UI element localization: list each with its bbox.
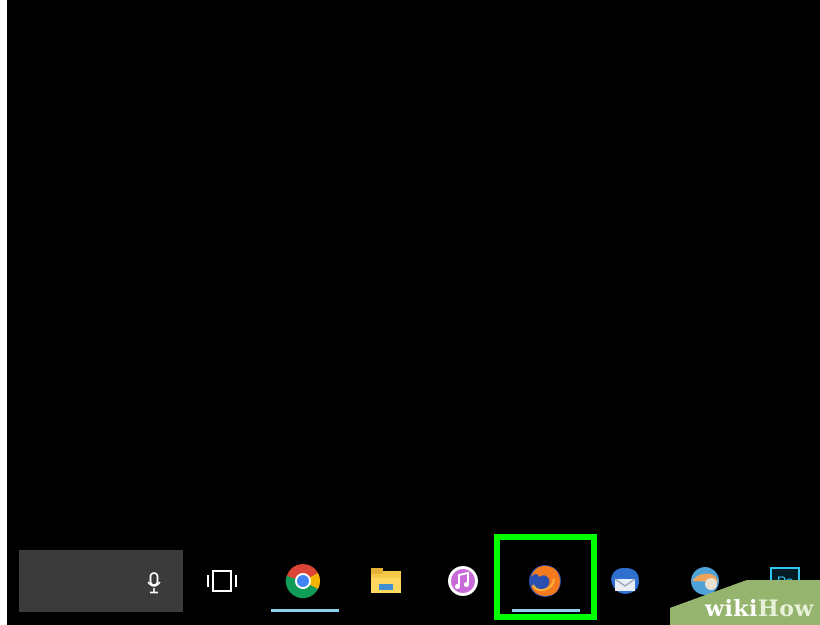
screen: Ps bbox=[7, 0, 820, 625]
desktop bbox=[7, 0, 820, 545]
firefox-button[interactable] bbox=[525, 561, 565, 601]
firefox-running-indicator bbox=[512, 609, 580, 612]
task-view-button[interactable] bbox=[202, 561, 242, 601]
file-explorer-button[interactable] bbox=[366, 561, 406, 601]
task-view-icon bbox=[207, 570, 237, 592]
watermark-how: How bbox=[757, 596, 814, 622]
thunderbird-button[interactable] bbox=[605, 561, 645, 601]
microphone-icon[interactable] bbox=[147, 572, 161, 594]
folder-icon bbox=[371, 568, 401, 593]
search-box[interactable] bbox=[19, 550, 183, 612]
chrome-button[interactable] bbox=[283, 561, 323, 601]
watermark-wiki: wiki bbox=[705, 596, 758, 622]
firefox-icon bbox=[529, 565, 561, 597]
chrome-icon bbox=[285, 564, 320, 599]
watermark-text: wikiHow bbox=[705, 596, 814, 622]
itunes-button[interactable] bbox=[443, 561, 483, 601]
itunes-icon bbox=[448, 566, 478, 596]
chrome-running-indicator bbox=[271, 609, 339, 612]
thunderbird-icon bbox=[611, 567, 639, 594]
